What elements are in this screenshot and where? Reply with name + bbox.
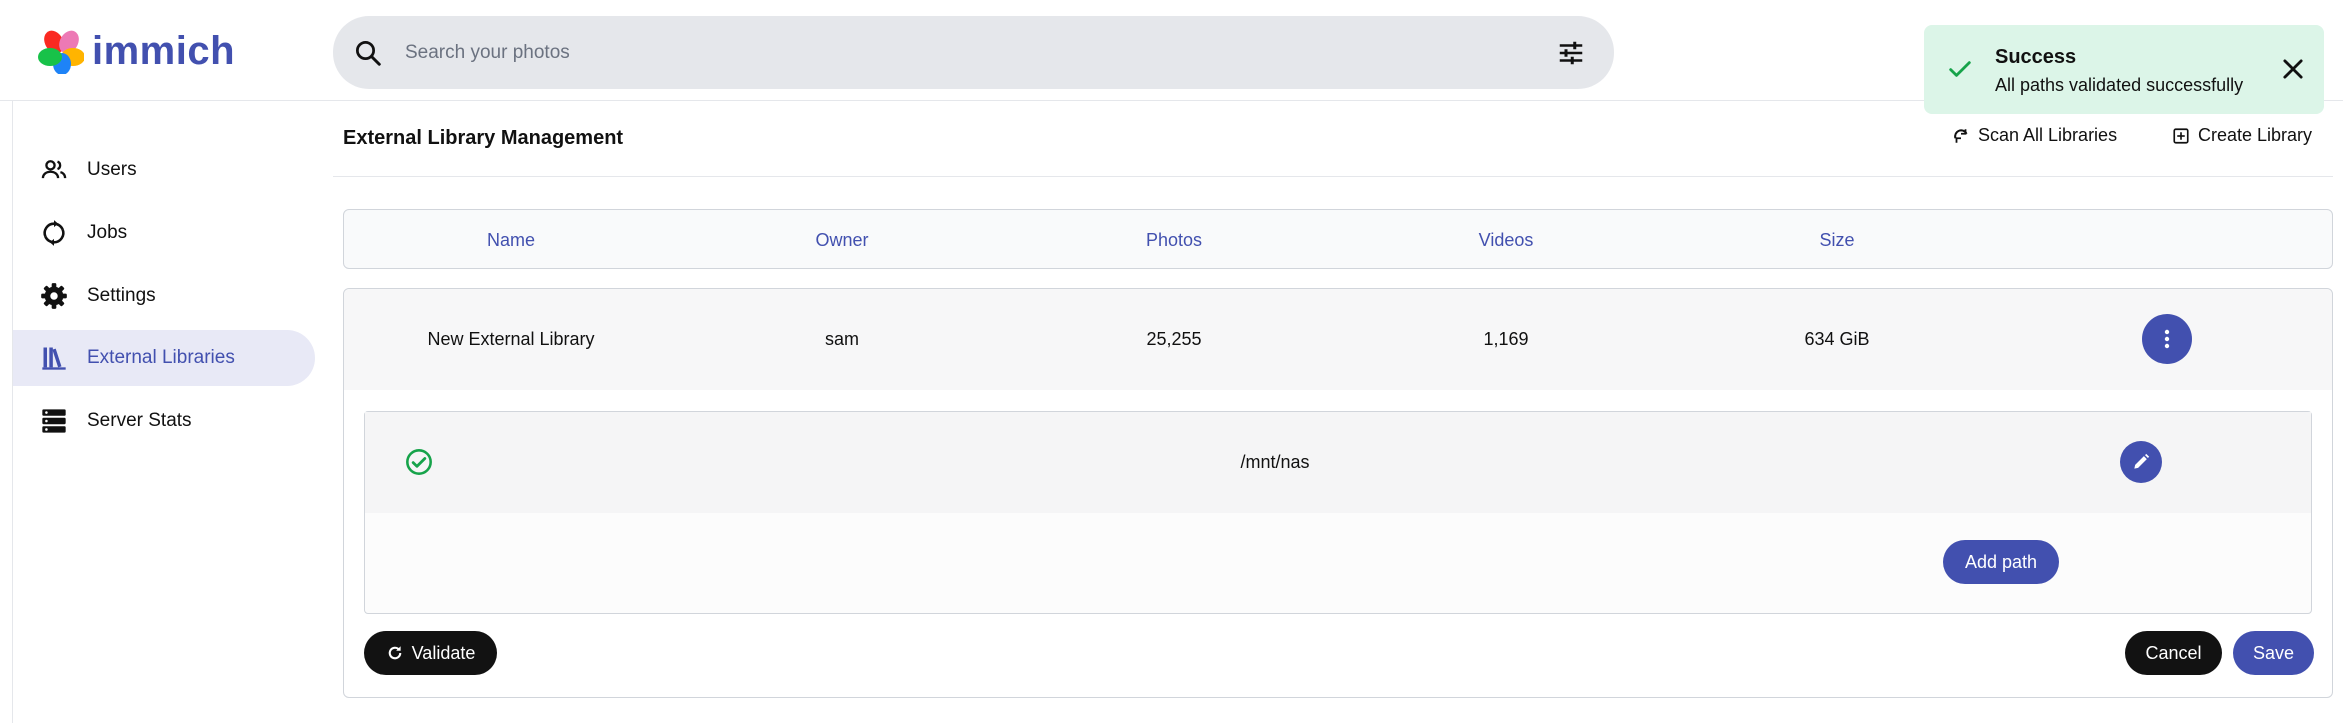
scan-all-label: Scan All Libraries [1978,125,2118,145]
library-photos-count: 25,255 [1146,329,1202,349]
cancel-button[interactable]: Cancel [2125,631,2222,675]
sidebar-item-users[interactable]: Users [13,142,315,198]
path-row: /mnt/nas [365,412,2311,513]
close-icon[interactable] [2279,55,2307,83]
import-paths-box: /mnt/nas Add path [364,411,2312,614]
create-library-label: Create Library [2198,125,2313,145]
column-header-owner[interactable]: Owner [742,210,942,270]
sidebar-item-server-stats[interactable]: Server Stats [13,393,315,449]
page-title: External Library Management [343,127,624,149]
add-path-button[interactable]: Add path [1943,540,2059,584]
column-header-photos[interactable]: Photos [1074,210,1274,270]
sidebar-item-jobs[interactable]: Jobs [13,205,315,261]
save-button[interactable]: Save [2233,631,2314,675]
gear-icon [41,283,67,309]
dots-vertical-icon [2164,329,2170,349]
sidebar-item-label: Settings [87,285,156,306]
library-owner: sam [824,329,859,349]
library-name: New External Library [427,329,595,349]
sidebar: Users Jobs Settings External Libraries S… [12,101,315,723]
success-toast[interactable]: Success All paths validated successfully [1924,25,2324,114]
app-root: immich Search your photos Users Jobs Set… [0,0,2343,723]
search-input[interactable] [405,16,1505,89]
column-header-videos[interactable]: Videos [1406,210,1606,270]
tune-icon[interactable] [1556,38,1586,68]
table-header: Name Owner Photos Videos Size [343,209,2333,269]
sidebar-item-label: External Libraries [87,347,235,368]
sidebar-item-external-libraries[interactable]: External Libraries [13,330,315,386]
column-header-name[interactable]: Name [411,210,611,270]
sidebar-item-label: Jobs [87,222,128,243]
pencil-icon [2134,453,2150,469]
library-card: New External Library sam 25,255 1,169 63… [343,288,2333,698]
users-icon [41,160,67,179]
toast-title: Success [1995,46,2077,68]
table-row[interactable]: New External Library sam 25,255 1,169 63… [344,289,2332,390]
create-library-button[interactable]: Create Library [2172,125,2312,146]
refresh-icon [388,646,401,660]
sync-icon [43,220,65,246]
sidebar-item-settings[interactable]: Settings [13,268,315,324]
search-bar[interactable] [333,16,1614,89]
edit-path-button[interactable] [2120,441,2162,483]
sync-icon [1954,128,1968,143]
validate-label: Validate [411,642,476,663]
app-logo[interactable]: immich [38,28,235,74]
library-size: 634 GiB [1804,329,1870,349]
column-header-size[interactable]: Size [1737,210,1937,270]
library-shelf-icon [42,347,66,370]
search-icon [356,41,381,66]
path-value: /mnt/nas [1240,452,1310,472]
server-icon [42,409,66,433]
toast-message: All paths validated successfully [1995,75,2244,95]
library-videos-count: 1,169 [1483,329,1529,349]
sidebar-item-label: Server Stats [87,410,192,431]
check-icon [1949,61,1971,77]
app-name: immich [92,28,236,73]
validate-button[interactable]: Validate [364,631,497,675]
scan-all-libraries-button[interactable]: Scan All Libraries [1952,125,2117,146]
plus-box-icon [2173,127,2189,144]
sidebar-item-label: Users [87,159,137,180]
library-menu-button[interactable] [2142,314,2192,364]
immich-logo-icon [38,30,84,74]
